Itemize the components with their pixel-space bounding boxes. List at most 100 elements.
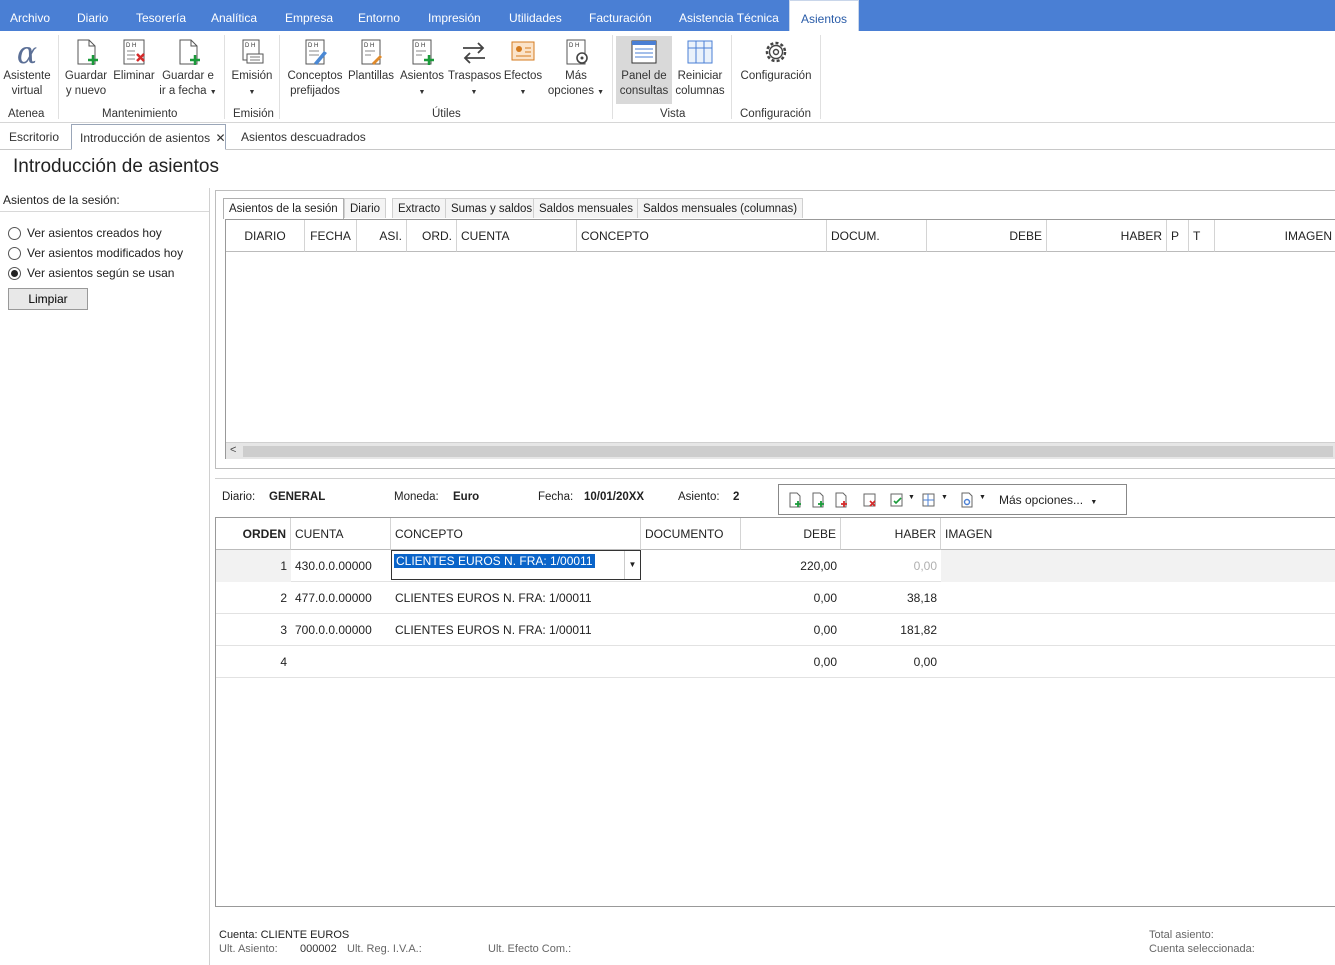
- plantillas-button[interactable]: D H Plantillas: [346, 37, 396, 84]
- column-header-ord[interactable]: ORD.: [407, 220, 457, 252]
- cell-cuenta[interactable]: [291, 646, 391, 678]
- cell-cuenta[interactable]: 477.0.0.00000: [291, 582, 391, 614]
- cell-cuenta[interactable]: 700.0.0.00000: [291, 614, 391, 646]
- tab-extracto[interactable]: Extracto: [392, 198, 447, 218]
- check-entry-icon[interactable]: [889, 492, 905, 508]
- panel-consultas-button[interactable]: Panel de consultas: [616, 36, 672, 104]
- column-header-haber[interactable]: HABER: [841, 518, 941, 550]
- horizontal-scrollbar[interactable]: <: [226, 442, 1335, 459]
- column-header-imagen[interactable]: IMAGEN: [1215, 220, 1335, 252]
- menu-entorno[interactable]: Entorno: [349, 0, 409, 31]
- menu-archivo[interactable]: Archivo: [1, 0, 59, 31]
- cell-documento[interactable]: [641, 550, 741, 582]
- traspasos-button[interactable]: Traspasos ▼: [448, 37, 501, 100]
- reiniciar-columnas-button[interactable]: Reiniciar columnas: [674, 37, 726, 99]
- scrollbar-thumb[interactable]: [243, 446, 1333, 457]
- table-row[interactable]: 2 477.0.0.00000 CLIENTES EUROS N. FRA: 1…: [216, 582, 1335, 614]
- chevron-down-icon[interactable]: ▼: [624, 551, 640, 579]
- column-header-documento[interactable]: DOCUMENTO: [641, 518, 741, 550]
- column-header-diario[interactable]: DIARIO: [226, 220, 305, 252]
- cell-debe[interactable]: 0,00: [741, 582, 841, 614]
- column-header-imagen[interactable]: IMAGEN: [941, 518, 1335, 550]
- eliminar-button[interactable]: D H Eliminar: [111, 37, 157, 84]
- table-row[interactable]: 4 0,00 0,00: [216, 646, 1335, 678]
- cell-concepto[interactable]: [391, 646, 641, 678]
- cell-cuenta[interactable]: 430.0.0.00000: [291, 550, 391, 582]
- add-line-icon[interactable]: [787, 492, 803, 508]
- column-header-concepto[interactable]: CONCEPTO: [391, 518, 641, 550]
- session-entries-grid[interactable]: DIARIO FECHA ASI. ORD. CUENTA CONCEPTO D…: [225, 219, 1335, 459]
- emision-button[interactable]: D H Emisión ▼: [229, 37, 275, 100]
- menu-facturacion[interactable]: Facturación: [580, 0, 661, 31]
- cell-haber[interactable]: 181,82: [841, 614, 941, 646]
- cell-orden[interactable]: 4: [216, 646, 291, 678]
- delete-line-icon[interactable]: [862, 492, 878, 508]
- limpiar-button[interactable]: Limpiar: [8, 288, 88, 310]
- column-header-docum[interactable]: DOCUM.: [827, 220, 927, 252]
- cell-documento[interactable]: [641, 582, 741, 614]
- cell-concepto[interactable]: CLIENTES EUROS N. FRA: 1/00011: [391, 614, 641, 646]
- column-header-debe[interactable]: DEBE: [741, 518, 841, 550]
- cell-haber[interactable]: 0,00: [841, 646, 941, 678]
- menu-asistencia-tecnica[interactable]: Asistencia Técnica: [670, 0, 788, 31]
- tab-asientos-descuadrados[interactable]: Asientos descuadrados: [233, 124, 374, 150]
- column-header-cuenta[interactable]: CUENTA: [291, 518, 391, 550]
- column-header-cuenta[interactable]: CUENTA: [457, 220, 577, 252]
- mas-opciones-button[interactable]: D H Más opciones ▼: [546, 37, 606, 100]
- column-header-fecha[interactable]: FECHA: [305, 220, 357, 252]
- cell-debe[interactable]: 220,00: [741, 550, 841, 582]
- cell-concepto[interactable]: CLIENTES EUROS N. FRA: 1/00011: [391, 582, 641, 614]
- entry-lines-grid[interactable]: ORDEN CUENTA CONCEPTO DOCUMENTO DEBE HAB…: [215, 517, 1335, 907]
- column-header-orden[interactable]: ORDEN: [216, 518, 291, 550]
- cell-orden[interactable]: 3: [216, 614, 291, 646]
- tab-saldos-mensuales[interactable]: Saldos mensuales: [533, 198, 639, 218]
- concepto-input[interactable]: CLIENTES EUROS N. FRA: 1/00011: [394, 554, 595, 568]
- menu-utilidades[interactable]: Utilidades: [500, 0, 571, 31]
- tab-diario[interactable]: Diario: [344, 198, 387, 218]
- tab-saldos-mensuales-columnas[interactable]: Saldos mensuales (columnas): [637, 198, 804, 218]
- copy-line-icon[interactable]: [833, 492, 849, 508]
- scroll-left-icon[interactable]: <: [230, 444, 236, 456]
- column-header-debe[interactable]: DEBE: [927, 220, 1047, 252]
- table-row[interactable]: 3 700.0.0.00000 CLIENTES EUROS N. FRA: 1…: [216, 614, 1335, 646]
- tab-introduccion-asientos[interactable]: Introducción de asientos ✕: [71, 124, 226, 150]
- cell-documento[interactable]: [641, 614, 741, 646]
- column-header-haber[interactable]: HABER: [1047, 220, 1167, 252]
- radio-creados-hoy[interactable]: Ver asientos creados hoy: [8, 226, 162, 240]
- conceptos-prefijados-button[interactable]: D H Conceptos prefijados: [285, 37, 345, 99]
- efectos-button[interactable]: Efectos ▼: [502, 37, 544, 100]
- tab-escritorio[interactable]: Escritorio: [1, 124, 67, 150]
- chevron-down-icon[interactable]: ▼: [908, 494, 915, 501]
- menu-tesoreria[interactable]: Tesorería: [127, 0, 195, 31]
- cell-orden[interactable]: 1: [216, 550, 291, 582]
- split-entry-icon[interactable]: [921, 492, 937, 508]
- asientos-button[interactable]: D H Asientos ▼: [398, 37, 446, 100]
- mas-opciones-toolbar-button[interactable]: Más opciones... ▼: [999, 493, 1097, 507]
- chevron-down-icon[interactable]: ▼: [979, 494, 986, 501]
- cell-haber[interactable]: 38,18: [841, 582, 941, 614]
- menu-asientos[interactable]: Asientos: [789, 0, 860, 32]
- cell-haber[interactable]: 0,00: [841, 550, 941, 582]
- column-header-asi[interactable]: ASI.: [357, 220, 407, 252]
- asistente-virtual-button[interactable]: α Asistente virtual: [2, 37, 52, 99]
- insert-line-icon[interactable]: [810, 492, 826, 508]
- cell-documento[interactable]: [641, 646, 741, 678]
- table-row[interactable]: 1 430.0.0.00000 CLIENTES EUROS N. FRA: 1…: [216, 550, 1335, 582]
- menu-impresion[interactable]: Impresión: [419, 0, 490, 31]
- concepto-editor[interactable]: CLIENTES EUROS N. FRA: 1/00011 ▼: [391, 550, 641, 580]
- guardar-y-nuevo-button[interactable]: Guardar y nuevo: [63, 37, 109, 99]
- cell-orden[interactable]: 2: [216, 582, 291, 614]
- cell-debe[interactable]: 0,00: [741, 614, 841, 646]
- configuracion-button[interactable]: Configuración: [736, 37, 816, 84]
- view-document-icon[interactable]: [959, 492, 975, 508]
- column-header-concepto[interactable]: CONCEPTO: [577, 220, 827, 252]
- menu-diario[interactable]: Diario: [68, 0, 117, 31]
- guardar-ir-a-fecha-button[interactable]: Guardar e ir a fecha ▼: [158, 37, 218, 100]
- radio-modificados-hoy[interactable]: Ver asientos modificados hoy: [8, 246, 183, 260]
- chevron-down-icon[interactable]: ▼: [941, 494, 948, 501]
- radio-segun-se-usan[interactable]: Ver asientos según se usan: [8, 266, 174, 280]
- column-header-p[interactable]: P: [1167, 220, 1189, 252]
- cell-debe[interactable]: 0,00: [741, 646, 841, 678]
- tab-asientos-sesion[interactable]: Asientos de la sesión: [223, 198, 344, 219]
- column-header-t[interactable]: T: [1189, 220, 1215, 252]
